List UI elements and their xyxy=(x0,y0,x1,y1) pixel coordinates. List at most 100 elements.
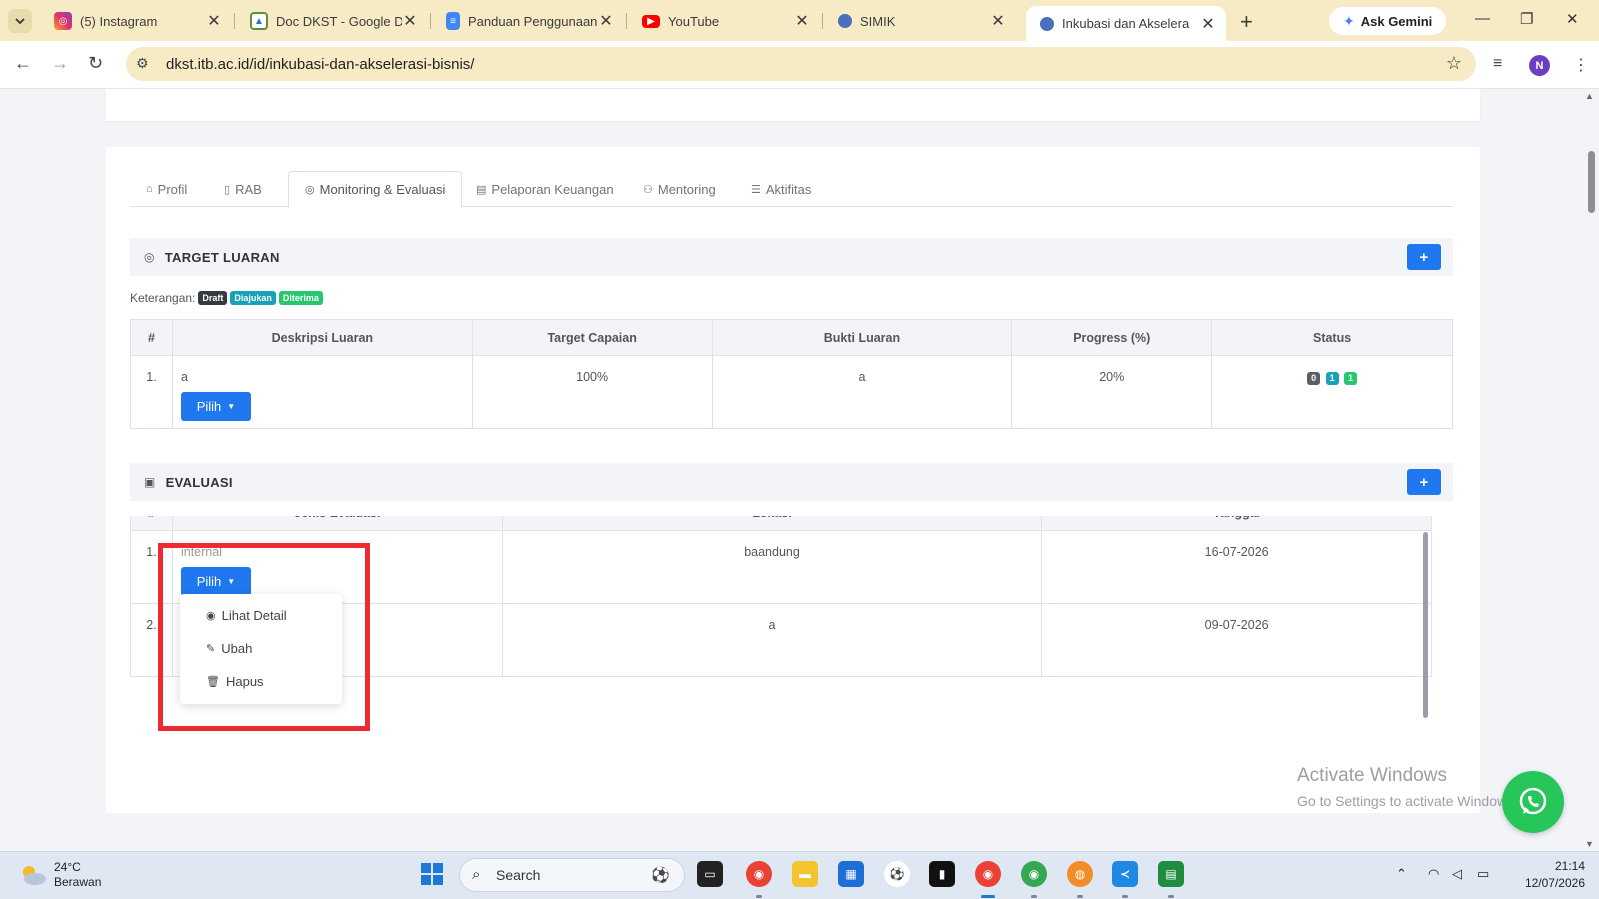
tab-profil[interactable]: ⌂ Profil xyxy=(130,171,203,207)
close-icon[interactable]: ✕ xyxy=(990,11,1006,31)
browser-tab-youtube[interactable]: ▶ YouTube ✕ xyxy=(628,6,820,36)
site-info-icon[interactable]: ⚙ xyxy=(136,55,149,72)
pilih-dropdown-button[interactable]: Pilih ▼ xyxy=(180,392,251,421)
battery-status[interactable]: ▭ xyxy=(1477,866,1489,882)
windows-taskbar: 24°C Berawan ⌕ Search ⚽ ▭ ◉ ▬ ▦ ⚽ ▮ ◉ ◉ … xyxy=(0,851,1599,899)
taskbar-terminal[interactable]: ▮ xyxy=(929,861,955,887)
whatsapp-button[interactable] xyxy=(1502,771,1564,833)
deskripsi-cell: a Pilih ▼ xyxy=(171,355,473,429)
arrow-right-icon: → xyxy=(51,53,69,73)
close-icon[interactable]: ✕ xyxy=(794,11,810,31)
chevron-up-icon: ⌃ xyxy=(1396,866,1407,881)
scrollbar-thumb[interactable] xyxy=(1423,532,1428,718)
ask-gemini-button[interactable]: ✦ Ask Gemini xyxy=(1329,7,1447,35)
browser-tab-inkubasi[interactable]: Inkubasi dan Akselera ✕ xyxy=(1026,6,1226,41)
playlist-icon: ≡ xyxy=(1493,55,1503,72)
badge-diterima: Diterima xyxy=(278,291,323,305)
taskbar-chrome[interactable]: ◉ xyxy=(746,861,772,887)
back-button[interactable]: ← xyxy=(14,53,32,74)
running-indicator xyxy=(1077,895,1083,898)
tab-rab[interactable]: ▯ RAB xyxy=(208,171,278,207)
start-button[interactable] xyxy=(419,861,445,887)
taskbar-task-view[interactable]: ▭ xyxy=(697,861,723,887)
scrollbar-thumb[interactable] xyxy=(1588,151,1595,213)
taskbar-search[interactable]: ⌕ Search ⚽ xyxy=(459,858,685,892)
page-viewport: ⌂ Profil ▯ RAB ◎ Monitoring & Evaluasi ▤… xyxy=(0,89,1599,851)
taskbar-file-explorer[interactable]: ▬ xyxy=(792,861,818,887)
tab-search-button[interactable] xyxy=(8,9,32,33)
chrome-icon: ◉ xyxy=(982,867,994,881)
minimize-button[interactable]: — xyxy=(1475,10,1490,27)
wifi-status[interactable]: ◠ xyxy=(1428,866,1439,882)
gemini-sparkle-icon: ✦ xyxy=(1343,12,1355,29)
tab-label: Pelaporan Keuangan xyxy=(491,181,614,197)
instagram-icon: ◎ xyxy=(54,12,72,30)
add-target-button[interactable]: + xyxy=(1407,244,1441,270)
pilih-label: Pilih xyxy=(196,399,222,414)
taskbar-app-ball[interactable]: ⚽ xyxy=(884,861,910,887)
tab-label: Profil xyxy=(157,181,188,197)
battery-icon: ▭ xyxy=(1477,866,1490,881)
tab-aktifitas[interactable]: ☰ Aktifitas xyxy=(735,171,827,207)
weather-widget[interactable]: 24°C Berawan xyxy=(18,860,101,890)
close-icon[interactable]: ✕ xyxy=(402,11,418,31)
bookmark-star-icon[interactable]: ☆ xyxy=(1446,53,1462,74)
restore-button[interactable]: ❐ xyxy=(1520,10,1533,28)
column-header: Tanggal xyxy=(1041,516,1432,531)
globe-icon xyxy=(1040,16,1054,31)
taskbar-vscode[interactable]: ≺ xyxy=(1112,861,1138,887)
plus-icon: + xyxy=(1419,248,1429,266)
system-clock[interactable]: 21:14 12/07/2026 xyxy=(1513,858,1585,892)
close-icon[interactable]: ✕ xyxy=(598,11,614,31)
column-header: Jenis Evaluasi xyxy=(171,516,503,531)
browser-tab-instagram[interactable]: ◎ (5) Instagram ✕ xyxy=(40,6,232,36)
scroll-up-arrow-icon[interactable]: ▲ xyxy=(1585,91,1594,101)
profile-avatar[interactable]: N xyxy=(1529,55,1550,76)
taskbar-app-orange[interactable]: ◍ xyxy=(1067,861,1093,887)
tab-mentoring[interactable]: ⚇ Mentoring xyxy=(627,171,732,207)
tab-monitoring-evaluasi[interactable]: ◎ Monitoring & Evaluasi xyxy=(288,171,463,208)
badge-draft: Draft xyxy=(198,291,228,305)
kebab-menu-icon: ⋮ xyxy=(1573,57,1589,74)
tab-title: Panduan Penggunaan xyxy=(468,13,598,29)
tab-separator xyxy=(822,13,823,29)
google-docs-icon: ≡ xyxy=(446,12,460,30)
column-header: Status xyxy=(1211,319,1453,356)
taskbar-store[interactable]: ▦ xyxy=(838,861,864,887)
tab-pelaporan-keuangan[interactable]: ▤ Pelaporan Keuangan xyxy=(460,171,630,207)
scroll-down-arrow-icon[interactable]: ▼ xyxy=(1585,839,1594,849)
close-icon[interactable]: ✕ xyxy=(1200,14,1216,34)
task-view-icon: ▭ xyxy=(704,867,716,881)
running-indicator xyxy=(1031,895,1037,898)
tab-separator xyxy=(430,13,431,29)
table-header-row: # Jenis Evaluasi Lokasi Tanggal xyxy=(130,516,1432,531)
address-bar[interactable]: ⚙ dkst.itb.ac.id/id/inkubasi-dan-akseler… xyxy=(126,47,1476,81)
close-window-button[interactable]: ✕ xyxy=(1566,10,1579,28)
add-evaluasi-button[interactable]: + xyxy=(1407,469,1441,495)
tab-label: RAB xyxy=(235,181,262,197)
taskbar-sheets[interactable]: ▤ xyxy=(1158,861,1184,887)
browser-tab-simik[interactable]: SIMIK ✕ xyxy=(824,6,1016,36)
new-tab-button[interactable]: + xyxy=(1240,9,1253,35)
content-tabs: ⌂ Profil ▯ RAB ◎ Monitoring & Evaluasi ▤… xyxy=(130,171,1453,208)
volume-status[interactable]: ◁ xyxy=(1452,866,1462,882)
taskbar-chrome-profile-2[interactable]: ◉ xyxy=(1021,861,1047,887)
browser-tab-drive[interactable]: ▲ Doc DKST - Google Dr ✕ xyxy=(236,6,428,36)
taskbar-chrome-profile-n[interactable]: ◉ xyxy=(975,861,1001,887)
deskripsi-text: a xyxy=(180,370,188,384)
speaker-icon: ◁ xyxy=(1452,866,1462,881)
browser-menu-button[interactable]: ⋮ xyxy=(1573,55,1589,75)
target-luaran-header: ◎ TARGET LUARAN + xyxy=(130,238,1453,276)
show-hidden-icons-button[interactable]: ⌃ xyxy=(1396,866,1407,882)
reload-button[interactable]: ↻ xyxy=(88,53,103,74)
forward-button[interactable]: → xyxy=(51,53,69,74)
soccer-ball-icon: ⚽ xyxy=(889,867,905,881)
status-legend: Keterangan: Draft Diajukan Diterima xyxy=(130,291,323,305)
page-scrollbar[interactable]: ▲ ▼ xyxy=(1582,89,1599,851)
close-icon[interactable]: ✕ xyxy=(206,11,222,31)
evaluasi-scrollbar[interactable] xyxy=(1422,516,1430,719)
browser-tab-panduan[interactable]: ≡ Panduan Penggunaan ✕ xyxy=(432,6,624,36)
tab-label: Aktifitas xyxy=(765,181,812,197)
tab-label: Monitoring & Evaluasi xyxy=(319,182,446,197)
media-control-button[interactable]: ≡ xyxy=(1493,55,1502,73)
